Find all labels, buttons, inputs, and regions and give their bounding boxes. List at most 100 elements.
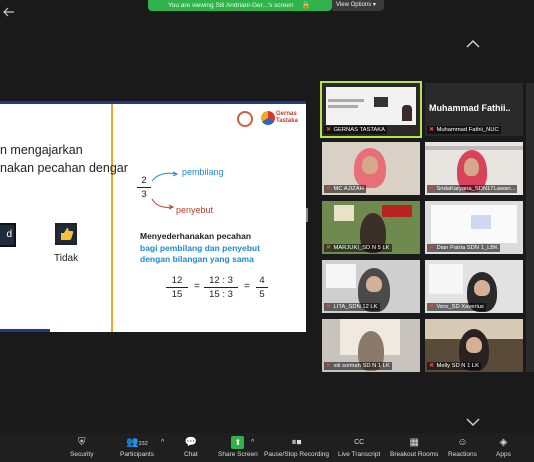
eq-c-num: 4 <box>259 275 265 286</box>
fraction-12-15: 12 15 <box>166 275 188 300</box>
banner-text: You are viewing Siti Andriani-Ger...'s s… <box>168 2 294 9</box>
participants-label: Participants <box>120 451 154 458</box>
school-logo <box>237 111 253 127</box>
eq-b-num: 12 : 3 <box>209 275 233 286</box>
gallery-scroll-down-icon[interactable] <box>466 414 480 427</box>
screen-share-banner: You are viewing Siti Andriani-Ger...'s s… <box>148 0 332 11</box>
participants-caret-icon[interactable]: ^ <box>161 439 164 446</box>
penyebut-label: penyebut <box>176 205 214 215</box>
security-button[interactable]: ⛨ Security <box>70 436 93 458</box>
view-options-label: View Options <box>336 2 372 8</box>
transcript-label: Live Transcript <box>338 451 381 458</box>
left-arrow-icon[interactable] <box>2 4 16 17</box>
mic-muted-icon: ✖ <box>429 304 434 310</box>
reactions-label: Reactions <box>448 451 477 458</box>
mic-muted-icon: ✖ <box>429 363 434 369</box>
participant-name: ✖ LITA_SDN 12 LK <box>324 303 380 311</box>
mic-muted-icon: ✖ <box>326 304 331 310</box>
reactions-button[interactable]: ☺ Reactions <box>448 436 477 458</box>
chat-bubble-icon: 💬 <box>184 437 198 448</box>
live-transcript-button[interactable]: CC Live Transcript <box>338 436 380 458</box>
participant-name: ✖ Muhammad Fathii_NUC <box>427 126 501 134</box>
mic-muted-icon: ✖ <box>326 245 331 251</box>
thumbs-up-icon <box>55 223 77 245</box>
participant-name: ✖ MARJUKI_SD N 5 LK <box>324 244 392 252</box>
video-tile-6[interactable]: ✖ Dian Patria SDN 1_LBK <box>425 201 523 254</box>
chat-label: Chat <box>184 451 198 458</box>
tile-4-name: SridaKaryana_SDN17Lawan... <box>436 186 516 192</box>
share-label: Share Screen <box>218 451 258 458</box>
video-tile-1[interactable]: ✖ GERNAS TASTAKA <box>320 81 422 138</box>
slide-line-2: nakan pecahan dengar <box>0 161 128 175</box>
arrow-to-penyebut <box>151 198 175 210</box>
tile-2-name: Muhammad Fathii_NUC <box>436 127 499 133</box>
video-tile-9[interactable]: ✖ siti soimah SD N 1 LK <box>322 319 420 372</box>
tile-5-name: MARJUKI_SD N 5 LK <box>333 245 390 251</box>
eq-a-den: 15 <box>171 289 183 300</box>
shared-screen: n mengajarkan nakan pecahan dengar d Tid… <box>0 101 306 332</box>
share-caret-icon[interactable]: ^ <box>251 439 254 446</box>
fraction-denominator: 3 <box>141 189 147 200</box>
slide-heading: Menyederhanakan pecahan <box>140 231 252 241</box>
tidak-label: Tidak <box>54 253 79 264</box>
pembilang-label: pembilang <box>182 167 224 177</box>
fraction-numerator: 2 <box>141 175 147 186</box>
tile-8-name: Vero_SD Xaverius <box>436 304 484 310</box>
slide-line-1: n mengajarkan <box>0 143 83 157</box>
mic-muted-icon: ✖ <box>429 127 434 133</box>
split-handle[interactable] <box>306 208 308 222</box>
lock-icon: 🔒 <box>301 2 311 9</box>
equals-sign-2: = <box>244 281 250 292</box>
participant-name: ✖ Melly SD N 1 LK <box>427 362 482 370</box>
tile-7-name: LITA_SDN 12 LK <box>333 304 378 310</box>
view-options-button[interactable]: View Options ▾ <box>332 0 384 11</box>
participant-name: ✖ GERNAS TASTAKA <box>324 126 388 134</box>
slide-sub-2: dengan bilangan yang sama <box>140 254 254 264</box>
gallery-scroll-up-icon[interactable] <box>466 36 480 48</box>
equals-sign-1: = <box>194 281 200 292</box>
recording-button[interactable]: ⏸⏹ Pause/Stop Recording <box>264 436 329 458</box>
apps-label: Apps <box>496 451 511 458</box>
apps-button[interactable]: ◈ Apps <box>496 436 511 458</box>
video-tile-10[interactable]: ✖ Melly SD N 1 LK <box>425 319 523 372</box>
video-tile-2[interactable]: Muhammad Fathii.. ✖ Muhammad Fathii_NUC <box>425 83 523 136</box>
participants-count: 232 <box>138 441 148 447</box>
record-label: Pause/Stop Recording <box>264 451 330 458</box>
slide-divider <box>111 104 113 332</box>
fraction-4-5: 45 <box>256 275 268 300</box>
chat-button[interactable]: 💬 Chat <box>184 436 198 458</box>
eq-a-num: 12 <box>171 275 183 286</box>
tile-10-name: Melly SD N 1 LK <box>436 363 480 369</box>
participant-name: ✖ MC AJIZAH <box>324 185 366 193</box>
participant-name: ✖ SridaKaryana_SDN17Lawan... <box>427 185 518 193</box>
eq-c-den: 5 <box>259 289 265 300</box>
video-tile-7[interactable]: ✖ LITA_SDN 12 LK <box>322 260 420 313</box>
security-label: Security <box>70 451 94 458</box>
people-icon: 👥232 <box>126 437 148 448</box>
participants-button[interactable]: 👥232 Participants <box>120 436 154 458</box>
mic-muted-icon: ✖ <box>429 186 434 192</box>
video-tile-4[interactable]: ✖ SridaKaryana_SDN17Lawan... <box>425 142 523 195</box>
participant-name: ✖ Dian Patria SDN 1_LBK <box>427 244 501 252</box>
fraction-2-3: 2 3 <box>137 175 151 200</box>
shield-icon: ⛨ <box>77 437 86 448</box>
meeting-toolbar: ⛨ Security 👥232 Participants ^ 💬 Chat ⬆ … <box>0 433 534 462</box>
breakout-label: Breakout Rooms <box>390 451 439 458</box>
video-tile-8[interactable]: ✖ Vero_SD Xaverius <box>425 260 523 313</box>
slide-top-bar <box>0 101 306 104</box>
pause-stop-icon: ⏸⏹ <box>291 437 302 448</box>
video-tile-3[interactable]: ✖ MC AJIZAH <box>322 142 420 195</box>
mic-muted-icon: ✖ <box>429 245 434 251</box>
tile-9-name: siti soimah SD N 1 LK <box>333 363 390 369</box>
grid-icon: ▦ <box>409 437 419 448</box>
brand-text: Gernas Tastaka <box>276 111 298 124</box>
tile-1-name: GERNAS TASTAKA <box>333 127 386 133</box>
tile-3-name: MC AJIZAH <box>333 186 364 192</box>
partial-tile-column <box>526 83 534 372</box>
apps-icon: ◈ <box>499 437 508 448</box>
tile-2-big-name: Muhammad Fathii.. <box>429 103 511 113</box>
mic-muted-icon: ✖ <box>326 186 331 192</box>
gernas-logo-icon <box>261 111 275 125</box>
breakout-rooms-button[interactable]: ▦ Breakout Rooms <box>390 436 438 458</box>
video-tile-5[interactable]: ✖ MARJUKI_SD N 5 LK <box>322 201 420 254</box>
